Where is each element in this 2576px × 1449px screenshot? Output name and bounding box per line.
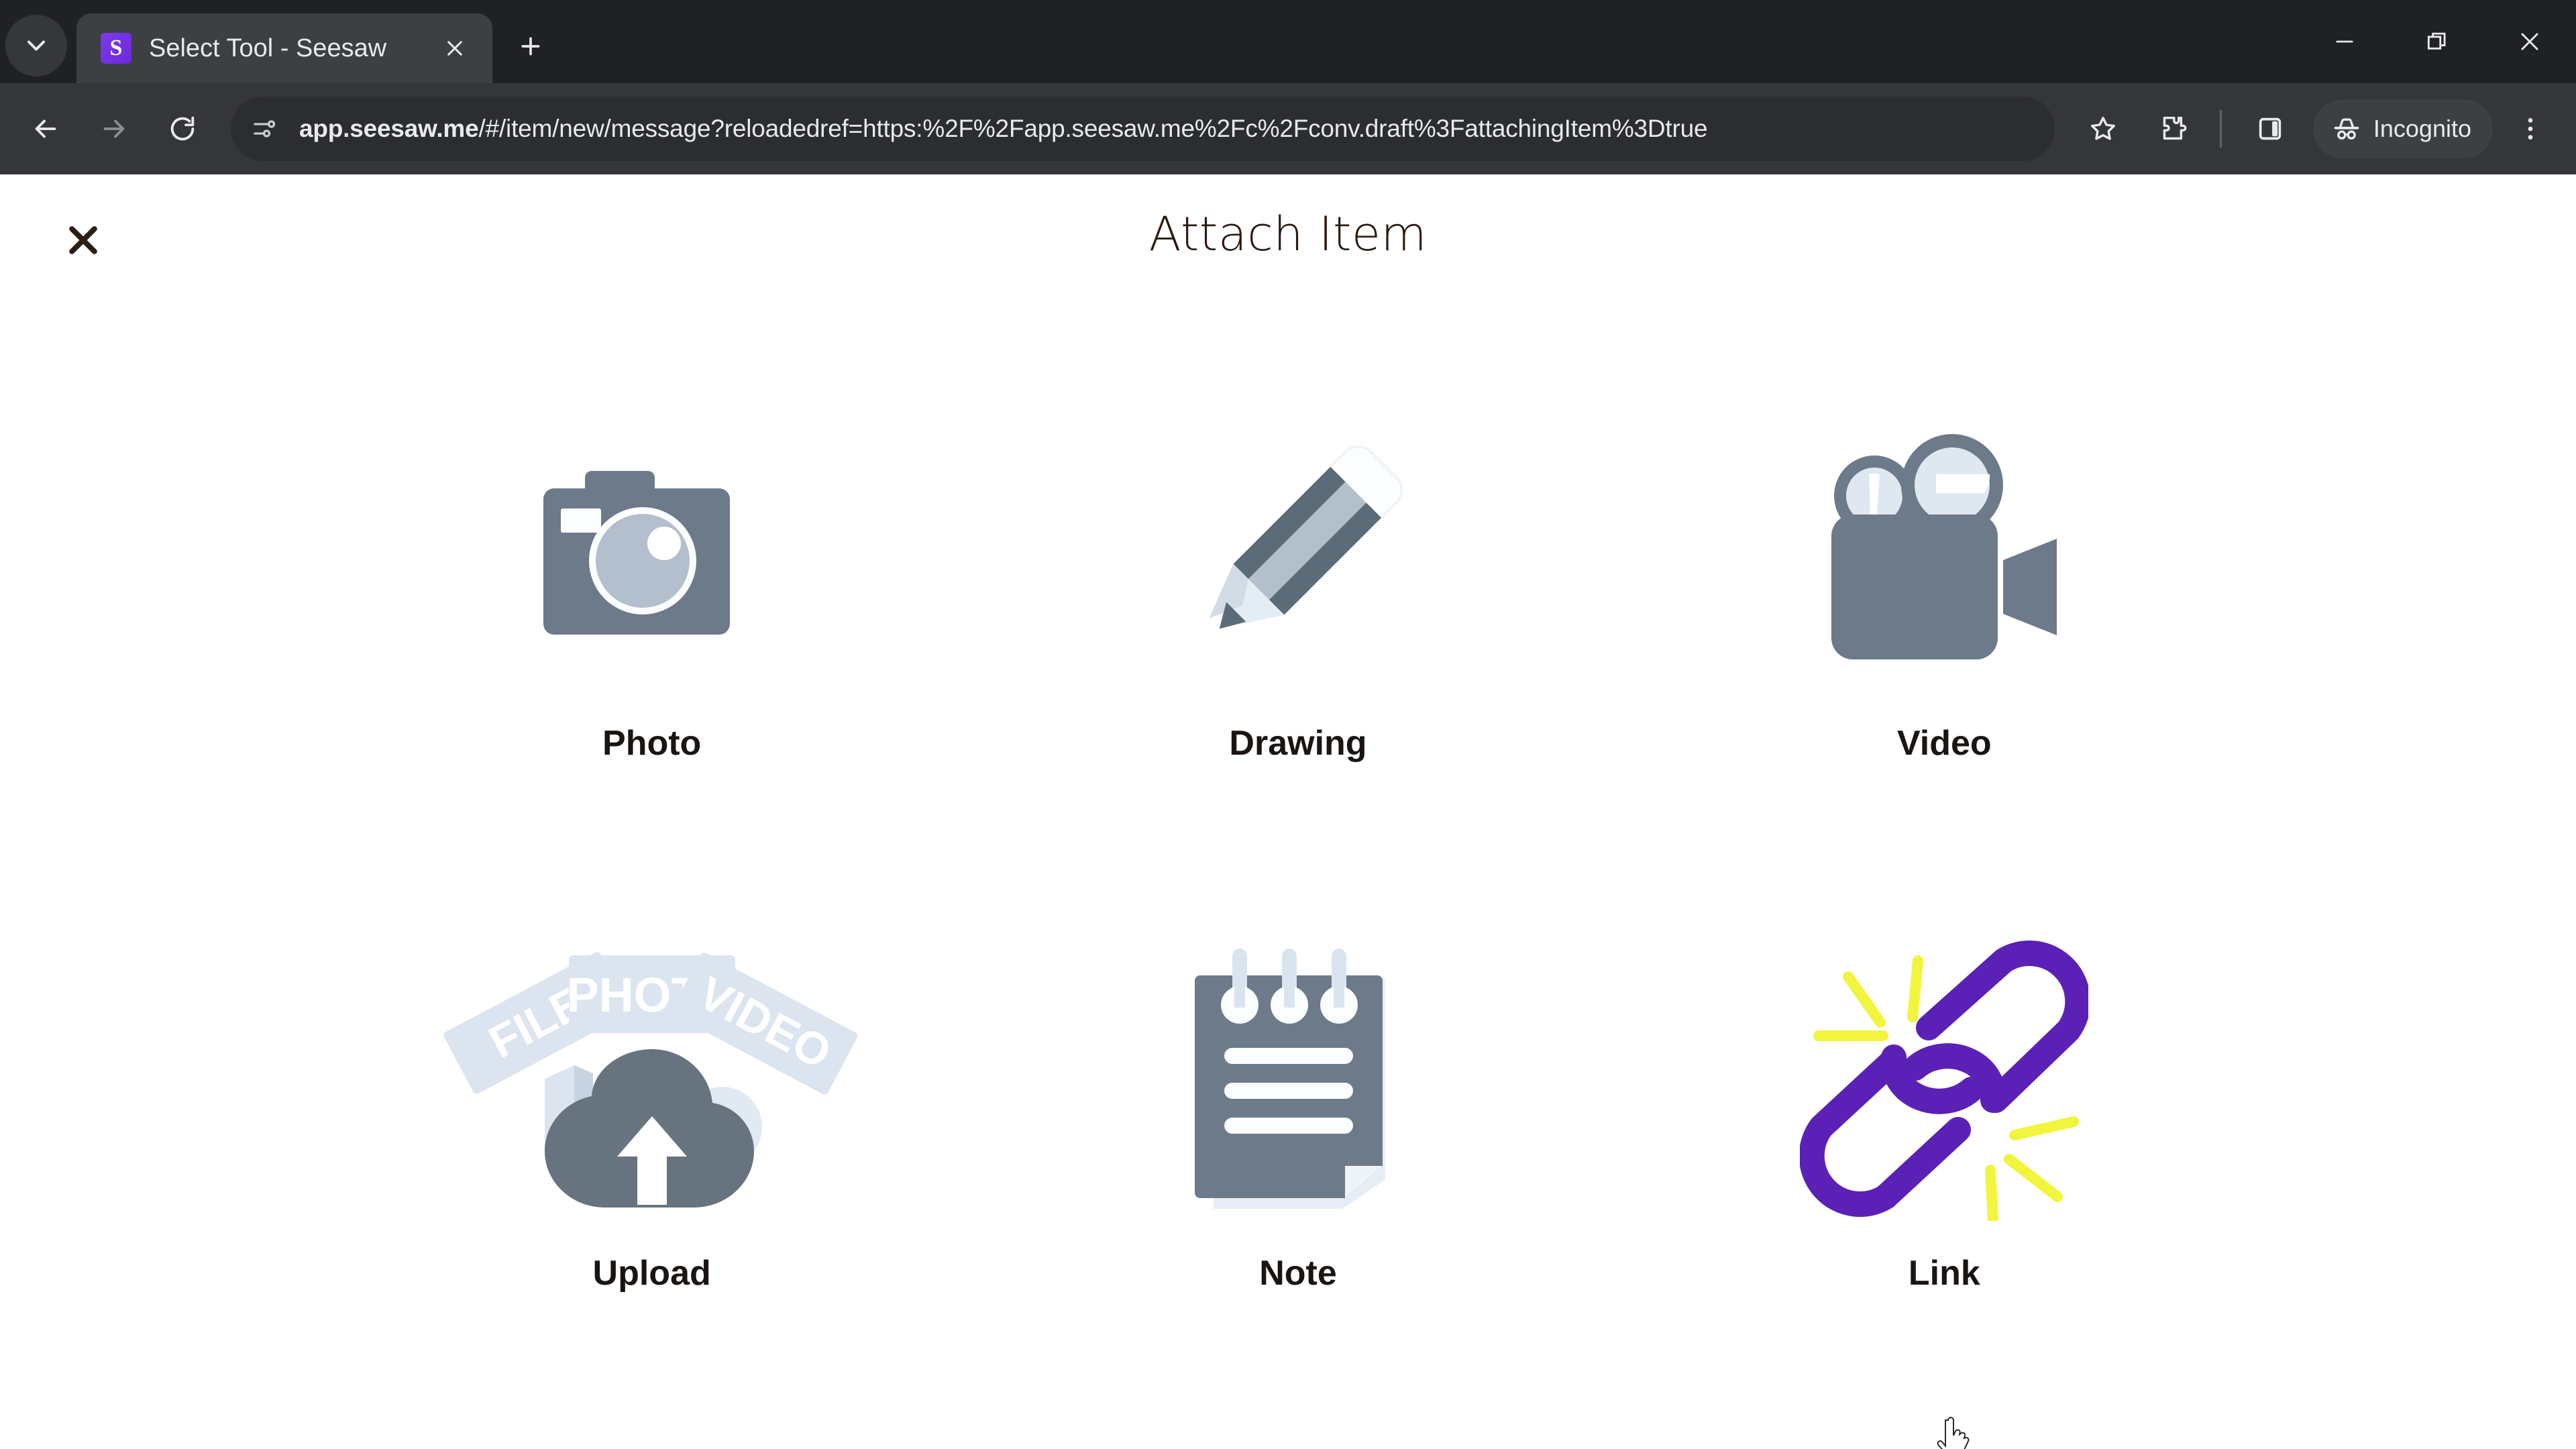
- tool-option-note[interactable]: Note: [975, 892, 1621, 1422]
- camera-icon: [543, 471, 730, 635]
- tool-option-drawing[interactable]: Drawing: [975, 362, 1621, 892]
- note-icon-wrap: [1171, 892, 1426, 1268]
- arrow-back-icon: [35, 119, 56, 138]
- drawing-icon-wrap: [1167, 362, 1429, 738]
- side-panel-button[interactable]: [2239, 98, 2301, 160]
- incognito-indicator[interactable]: Incognito: [2312, 99, 2493, 158]
- close-icon: [447, 41, 462, 56]
- side-panel-icon: [2259, 117, 2282, 140]
- reload-button[interactable]: [152, 98, 213, 160]
- browser-tab[interactable]: S Select Tool - Seesaw: [76, 13, 492, 83]
- pencil-icon: [1209, 445, 1403, 629]
- back-button[interactable]: [15, 98, 76, 160]
- photo-icon-wrap: [525, 362, 780, 738]
- tab-strip: S Select Tool - Seesaw: [0, 0, 2576, 83]
- seesaw-favicon: S: [101, 33, 131, 64]
- attach-item-modal: Attach Item Photo Drawing Video FILE PHO…: [0, 174, 2576, 1449]
- video-camera-icon: [1831, 434, 2057, 659]
- tool-label-note: Note: [1259, 1254, 1337, 1293]
- forward-button[interactable]: [83, 98, 145, 160]
- three-dot-menu-icon: [2528, 117, 2533, 140]
- minimize-icon: [2336, 40, 2353, 43]
- plus-icon: [521, 37, 540, 56]
- tool-option-photo[interactable]: Photo: [329, 362, 975, 892]
- chain-link-icon: [1800, 941, 2089, 1221]
- tool-label-video: Video: [1897, 724, 1992, 763]
- tune-icon: [254, 120, 276, 138]
- chevron-down-icon: [27, 40, 46, 51]
- toolbar-divider: [2219, 110, 2222, 148]
- url-path: /#/item/new/message?reloadedref=https:%2…: [478, 115, 1708, 142]
- url-text: app.seesaw.me/#/item/new/message?reloade…: [299, 115, 1707, 143]
- tab-search-button[interactable]: [5, 15, 67, 76]
- browser-window: S Select Tool - Seesaw app.seesaw.me/#/i…: [0, 0, 2576, 1449]
- incognito-label: Incognito: [2373, 115, 2471, 142]
- tool-label-upload: Upload: [592, 1254, 711, 1293]
- new-tab-button[interactable]: [506, 21, 555, 71]
- address-bar[interactable]: app.seesaw.me/#/item/new/message?reloade…: [231, 97, 2055, 161]
- tool-label-drawing: Drawing: [1229, 724, 1367, 763]
- site-info-button[interactable]: [239, 103, 290, 154]
- extensions-button[interactable]: [2141, 98, 2202, 160]
- tool-label-link: Link: [1908, 1254, 1980, 1293]
- window-controls: [2298, 0, 2576, 83]
- extensions-puzzle-icon: [2163, 116, 2187, 140]
- link-icon-wrap: [1800, 892, 2089, 1268]
- window-close-button[interactable]: [2483, 0, 2576, 83]
- chrome-menu-button[interactable]: [2500, 98, 2561, 160]
- incognito-hat-icon: [2334, 118, 2359, 140]
- cloud-upload-icon: FILE PHOTO VIDEO: [443, 952, 858, 1208]
- reload-icon: [170, 116, 195, 141]
- browser-toolbar: app.seesaw.me/#/item/new/message?reloade…: [0, 83, 2576, 174]
- tab-title: Select Tool - Seesaw: [149, 34, 387, 62]
- tool-option-video[interactable]: Video: [1621, 362, 2267, 892]
- restore-icon: [2427, 32, 2446, 50]
- star-icon: [2090, 117, 2115, 140]
- url-host: app.seesaw.me: [299, 115, 479, 142]
- tool-grid: Photo Drawing Video FILE PHOTO VIDEO Upl…: [309, 362, 2267, 1422]
- tool-option-link[interactable]: Link: [1621, 892, 2267, 1422]
- upload-icon-wrap: FILE PHOTO VIDEO: [397, 892, 907, 1268]
- minimize-button[interactable]: [2298, 0, 2391, 83]
- window-close-icon: [2521, 33, 2538, 50]
- tab-close-button[interactable]: [436, 30, 474, 67]
- arrow-forward-icon: [103, 119, 125, 138]
- page-title: Attach Item: [1148, 207, 1428, 262]
- tool-option-upload[interactable]: FILE PHOTO VIDEO Upload: [329, 892, 975, 1422]
- notepad-icon: [1194, 949, 1385, 1209]
- tool-label-photo: Photo: [602, 724, 702, 763]
- restore-button[interactable]: [2391, 0, 2483, 83]
- bookmark-button[interactable]: [2072, 98, 2134, 160]
- video-icon-wrap: [1810, 362, 2078, 738]
